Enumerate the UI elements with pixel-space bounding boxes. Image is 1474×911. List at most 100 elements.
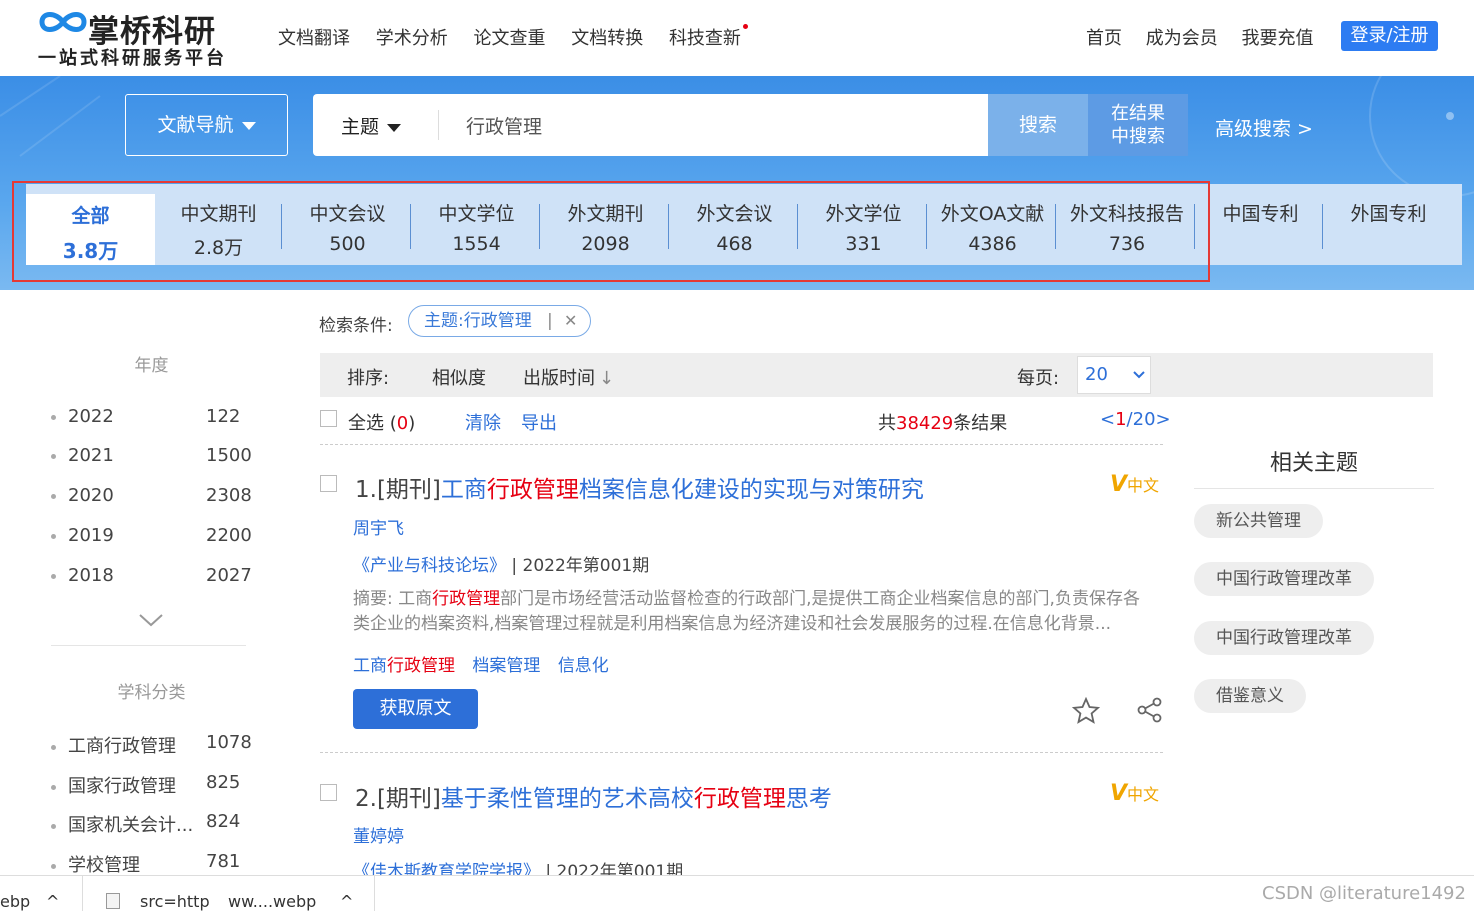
- year-label: 2019: [68, 525, 114, 546]
- file-icon: [106, 893, 120, 909]
- title-highlight: 行政管理: [693, 786, 786, 812]
- nav-plagiarism[interactable]: 论文查重: [473, 28, 545, 49]
- bullet-icon: [51, 414, 56, 420]
- login-button[interactable]: 登录/注册: [1341, 21, 1438, 51]
- chevron-up-icon[interactable]: ^: [46, 892, 59, 911]
- close-icon[interactable]: ✕: [564, 306, 577, 336]
- top-nav: 文档翻译 学术分析 论文查重 文档转换 科技查新: [278, 24, 761, 50]
- search-field-label: 主题: [341, 116, 380, 138]
- nav-novelty-label: 科技查新: [668, 28, 741, 49]
- keyword-highlight: 行政管理: [387, 656, 455, 676]
- related-topic-pill[interactable]: 中国行政管理改革: [1194, 562, 1374, 596]
- subject-count: 824: [206, 811, 241, 832]
- keyword-link[interactable]: 工商行政管理: [353, 656, 455, 676]
- get-fulltext-button[interactable]: 获取原文: [353, 689, 478, 729]
- select-all-checkbox[interactable]: [320, 410, 337, 427]
- result-checkbox[interactable]: [320, 784, 337, 801]
- related-topic-pill[interactable]: 中国行政管理改革: [1194, 621, 1374, 655]
- sort-relevance[interactable]: 相似度: [432, 364, 486, 390]
- subject-filter-item[interactable]: 学校管理 781: [51, 851, 251, 877]
- clear-button[interactable]: 清除: [465, 409, 501, 435]
- subject-filter-item[interactable]: 国家行政管理 825: [51, 772, 251, 798]
- year-filter-item[interactable]: 2021 1500: [51, 445, 252, 466]
- result-author[interactable]: 周宇飞: [353, 514, 404, 539]
- year-filter-item[interactable]: 2022 122: [51, 406, 251, 427]
- nav-translate[interactable]: 文档翻译: [278, 28, 350, 49]
- nav-recharge[interactable]: 我要充值: [1241, 28, 1313, 49]
- pager-rest[interactable]: /20>: [1127, 409, 1171, 430]
- subject-filter-item[interactable]: 国家机关会计... 824: [51, 811, 251, 837]
- pager-prev[interactable]: <: [1100, 409, 1115, 430]
- per-page-select[interactable]: 20: [1077, 356, 1151, 394]
- pager[interactable]: <1/20>: [1100, 409, 1171, 430]
- filter-sidebar: 年度 2022 122 2021 1500 2020 2308 2019 2200 20…: [13, 290, 290, 876]
- year-count: 2027: [206, 565, 252, 586]
- result-title[interactable]: 2.[期刊]基于柔性管理的艺术高校行政管理思考: [355, 779, 832, 813]
- per-page-label: 每页:: [1017, 368, 1060, 389]
- download-divider: [374, 876, 375, 911]
- result-journal[interactable]: 《佳木斯教育学院学报》: [353, 862, 540, 875]
- tab-cn-patent[interactable]: 中国专利: [1196, 192, 1325, 257]
- subject-label: 国家机关会计...: [68, 815, 194, 836]
- export-button[interactable]: 导出: [521, 409, 557, 435]
- year-filter-item[interactable]: 2019 2200: [51, 525, 252, 546]
- chevron-down-icon[interactable]: [138, 612, 164, 628]
- download-item-label[interactable]: ww....webp: [228, 892, 316, 911]
- logo[interactable]: 掌桥科研 一站式科研服务平台: [36, 4, 236, 70]
- abstract-part: 摘要: 工商: [353, 589, 433, 609]
- tab-foreign-patent[interactable]: 外国专利: [1324, 192, 1453, 257]
- result-source: 《佳木斯教育学院学报》 | 2022年第001期: [353, 857, 683, 875]
- sort-label: 排序:: [347, 368, 390, 389]
- download-item-label[interactable]: src=http: [140, 892, 210, 911]
- result-author[interactable]: 董婷婷: [353, 822, 404, 847]
- select-all-label[interactable]: 全选 (0): [348, 409, 415, 435]
- page: { "header": { "brand": "掌桥科研", "slogan":…: [0, 0, 1474, 911]
- nav-analysis[interactable]: 学术分析: [376, 28, 448, 49]
- subject-count: 1078: [206, 732, 252, 753]
- search-button[interactable]: 搜索: [988, 94, 1088, 156]
- year-filter-item[interactable]: 2020 2308: [51, 485, 252, 506]
- sort-pubtime[interactable]: 出版时间 ↓: [523, 364, 614, 390]
- nav-home[interactable]: 首页: [1086, 28, 1122, 49]
- result-divider: [320, 752, 1163, 753]
- keyword-link[interactable]: 信息化: [558, 656, 609, 676]
- search-input[interactable]: 行政管理: [466, 112, 542, 139]
- subject-filter-item[interactable]: 工商行政管理 1078: [51, 732, 252, 758]
- search-in-results-button[interactable]: 在结果 中搜索: [1088, 94, 1188, 156]
- result-source: 《产业与科技论坛》 | 2022年第001期: [353, 551, 649, 576]
- sort-pubtime-label: 出版时间: [523, 368, 595, 389]
- condition-tag[interactable]: 主题:行政管理 | ✕: [408, 305, 591, 337]
- subject-label: 工商行政管理: [68, 736, 176, 757]
- year-label: 2021: [68, 445, 114, 466]
- annotation-red-box: [12, 181, 1210, 282]
- result-title[interactable]: 1.[期刊]工商行政管理档案信息化建设的实现与对策研究: [355, 470, 924, 504]
- nav-convert[interactable]: 文档转换: [571, 28, 643, 49]
- search-field-dropdown[interactable]: 主题: [341, 112, 402, 139]
- chevron-up-icon[interactable]: ^: [340, 892, 353, 911]
- total-suffix: 条结果: [953, 413, 1008, 434]
- nav-member[interactable]: 成为会员: [1146, 28, 1218, 49]
- download-divider: [82, 876, 83, 911]
- keyword-link[interactable]: 档案管理: [472, 656, 540, 676]
- result-item: 2.[期刊]基于柔性管理的艺术高校行政管理思考 V中文 董婷婷 《佳木斯教育学院…: [320, 779, 1163, 875]
- badge-v: V: [1110, 781, 1128, 806]
- chevron-down-icon: [1133, 371, 1145, 379]
- literature-nav-dropdown[interactable]: 文献导航: [125, 94, 288, 156]
- nav-novelty[interactable]: 科技查新: [668, 24, 748, 49]
- title-part: 档案信息化建设的实现与对策研究: [578, 477, 924, 503]
- search-in-results-line2: 中搜索: [1111, 126, 1165, 147]
- result-issue: | 2022年第001期: [511, 556, 650, 576]
- total-prefix: 共: [878, 413, 896, 434]
- pager-current: 1: [1115, 409, 1127, 430]
- year-filter-item[interactable]: 2018 2027: [51, 565, 252, 586]
- advanced-search-link[interactable]: 高级搜索 >: [1215, 114, 1313, 141]
- download-item-label[interactable]: ebp: [0, 892, 30, 911]
- share-icon[interactable]: [1136, 696, 1164, 724]
- tag-separator: |: [547, 311, 553, 331]
- bullet-icon: [51, 453, 56, 459]
- related-topic-pill[interactable]: 新公共管理: [1194, 504, 1323, 538]
- related-topic-pill[interactable]: 借鉴意义: [1194, 679, 1306, 713]
- result-journal[interactable]: 《产业与科技论坛》: [353, 556, 506, 576]
- star-icon[interactable]: [1072, 697, 1100, 724]
- result-checkbox[interactable]: [320, 475, 337, 492]
